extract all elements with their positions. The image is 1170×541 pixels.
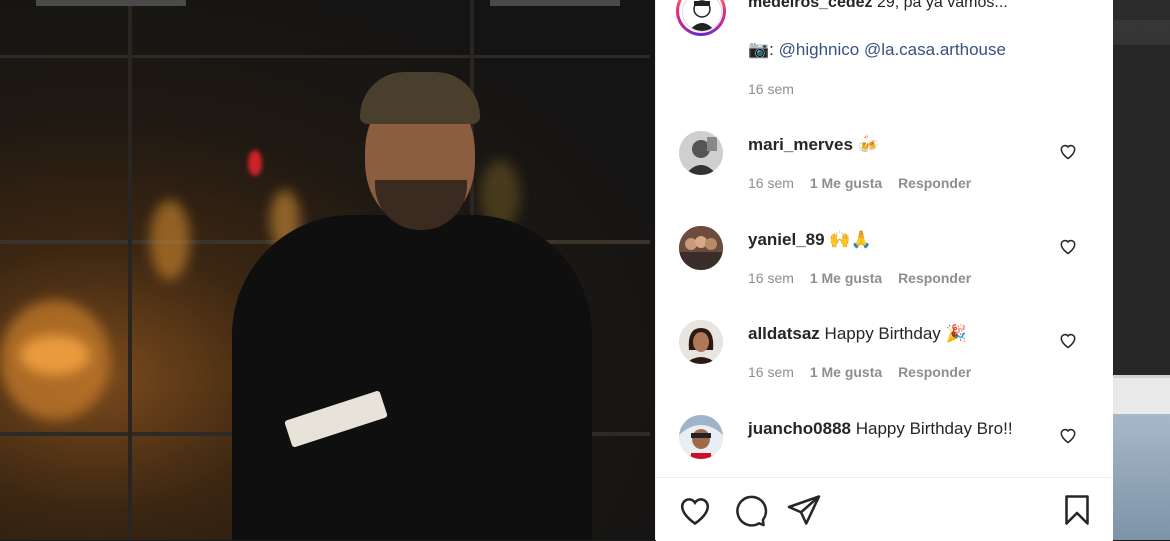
heart-outline-icon[interactable] xyxy=(1058,330,1078,350)
heart-outline-icon[interactable] xyxy=(1058,141,1078,161)
background-page-overlay xyxy=(1112,0,1170,540)
camera-colon: : xyxy=(769,40,774,59)
paper-plane-icon[interactable] xyxy=(786,492,822,528)
heart-icon[interactable] xyxy=(677,492,713,528)
heart-outline-icon[interactable] xyxy=(1058,236,1078,256)
avatar[interactable] xyxy=(679,131,723,175)
avatar[interactable] xyxy=(679,226,723,270)
reply-button[interactable]: Responder xyxy=(898,175,971,191)
caption-mentions: 📷: @highnico @la.casa.arthouse xyxy=(748,40,1006,60)
camera-emoji: 📷 xyxy=(748,40,770,59)
post-action-bar xyxy=(656,477,1113,541)
mention-link[interactable]: @la.casa.arthouse xyxy=(864,40,1006,59)
owner-avatar[interactable] xyxy=(676,0,726,36)
comment-username[interactable]: alldatsaz xyxy=(748,324,820,343)
comment-emoji: 🙌🙏 xyxy=(829,230,872,249)
comment-username[interactable]: juancho0888 xyxy=(748,419,851,438)
comment-emoji: 🍻 xyxy=(857,135,879,154)
caption-text: 29, pa ya vamos... xyxy=(876,0,1008,11)
comment-text: Happy Birthday Bro!! xyxy=(855,419,1013,438)
heart-outline-icon[interactable] xyxy=(1058,425,1078,445)
comment-likes[interactable]: 1 Me gusta xyxy=(810,364,882,380)
comment-text: Happy Birthday xyxy=(824,324,941,343)
comment-username[interactable]: yaniel_89 xyxy=(748,230,825,249)
mention-link[interactable]: @highnico xyxy=(779,40,860,59)
post-time: 16 sem xyxy=(748,81,794,97)
owner-username[interactable]: medeiros_cedez xyxy=(748,0,873,11)
comment-likes[interactable]: 1 Me gusta xyxy=(810,175,882,191)
post-caption: medeiros_cedez 29, pa ya vamos... xyxy=(748,0,1008,12)
comment-time[interactable]: 16 sem xyxy=(748,270,794,286)
post-photo[interactable] xyxy=(0,0,655,540)
comment-emoji: 🎉 xyxy=(945,324,967,343)
reply-button[interactable]: Responder xyxy=(898,364,971,380)
avatar[interactable] xyxy=(679,320,723,364)
avatar[interactable] xyxy=(679,415,723,459)
bookmark-icon[interactable] xyxy=(1059,492,1095,528)
reply-button[interactable]: Responder xyxy=(898,270,971,286)
comment-time[interactable]: 16 sem xyxy=(748,364,794,380)
comment-username[interactable]: mari_merves xyxy=(748,135,853,154)
comment-time[interactable]: 16 sem xyxy=(748,175,794,191)
comment-bubble-icon[interactable] xyxy=(732,492,768,528)
comment-likes[interactable]: 1 Me gusta xyxy=(810,270,882,286)
comments-panel: medeiros_cedez 29, pa ya vamos... 📷: @hi… xyxy=(655,0,1113,541)
